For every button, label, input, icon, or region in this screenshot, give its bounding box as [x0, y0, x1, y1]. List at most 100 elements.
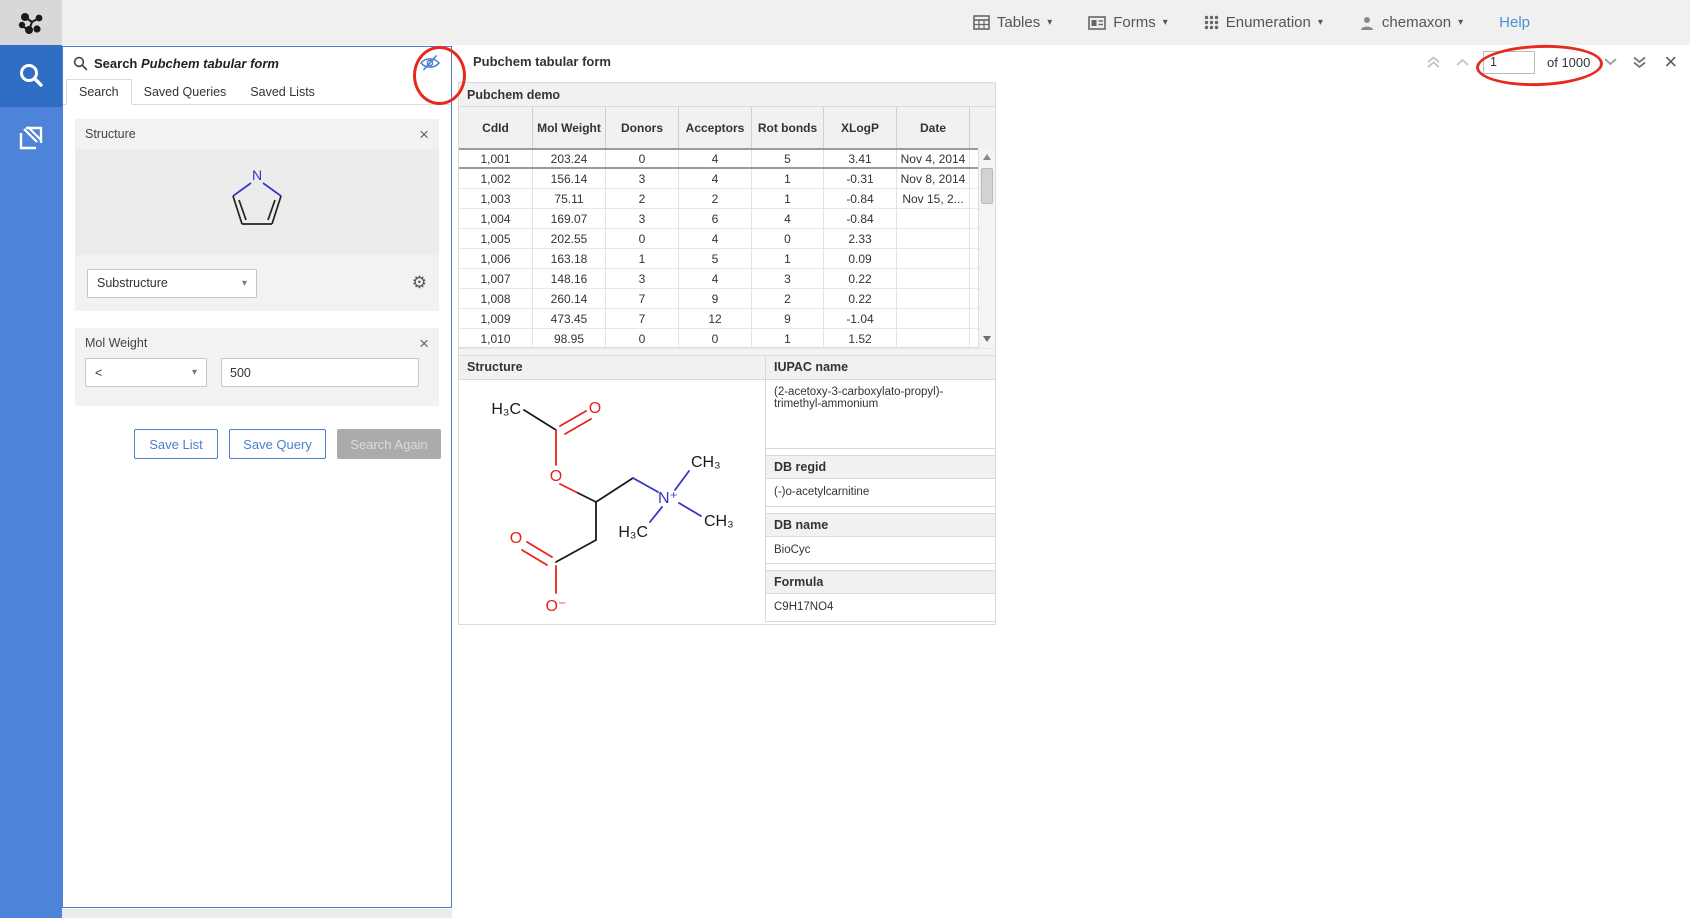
gear-icon[interactable]: ⚙	[412, 273, 427, 293]
table-cell: 7	[606, 309, 679, 328]
table-cell: 1,005	[459, 229, 533, 248]
table-cell: Nov 8, 2014	[897, 169, 970, 188]
table-row[interactable]: 1,009473.457129-1.04	[459, 309, 995, 329]
table-cell	[897, 249, 970, 268]
record-detail: Structure	[459, 356, 995, 622]
menu-user[interactable]: chemaxon ▾	[1359, 14, 1463, 31]
table-cell: 12	[679, 309, 752, 328]
table-cell: 0	[679, 329, 752, 348]
table-cell: 0	[606, 150, 679, 167]
scrollbar-thumb[interactable]	[981, 168, 993, 204]
save-list-button[interactable]: Save List	[134, 429, 218, 459]
table-cell: 0	[606, 329, 679, 348]
table-row[interactable]: 1,004169.07364-0.84	[459, 209, 995, 229]
table-cell: 0.22	[824, 269, 897, 288]
table-cell: 0	[606, 229, 679, 248]
column-header[interactable]: XLogP	[824, 107, 897, 148]
search-type-select[interactable]: Substructure ▾	[87, 269, 257, 298]
help-link[interactable]: Help	[1499, 14, 1530, 31]
table-cell	[897, 229, 970, 248]
next-record-icon[interactable]	[1602, 57, 1619, 67]
query-structure-canvas[interactable]: N	[75, 149, 439, 255]
menu-enumeration[interactable]: Enumeration ▾	[1204, 14, 1323, 31]
column-header[interactable]: CdId	[459, 107, 533, 148]
field-label-db-name: DB name	[766, 513, 995, 537]
chevron-down-icon: ▾	[242, 278, 247, 289]
horizontal-scrollbar[interactable]	[459, 348, 995, 356]
hide-panel-button[interactable]	[419, 54, 441, 77]
table-row[interactable]: 1,008260.147920.22	[459, 289, 995, 309]
scroll-down-icon[interactable]	[983, 336, 991, 342]
table-cell: -1.04	[824, 309, 897, 328]
chemaxon-logo[interactable]	[0, 0, 62, 45]
record-number-input[interactable]	[1483, 51, 1535, 74]
table-cell: 148.16	[533, 269, 606, 288]
field-label-formula: Formula	[766, 570, 995, 594]
sidebar-item-forms[interactable]	[0, 107, 62, 169]
table-cell: 260.14	[533, 289, 606, 308]
chevron-down-icon: ▾	[1318, 17, 1323, 28]
structure-field-label: Structure	[459, 356, 765, 380]
tab-saved-queries[interactable]: Saved Queries	[132, 80, 239, 104]
table-row[interactable]: 1,006163.181510.09	[459, 249, 995, 269]
table-cell: 1,004	[459, 209, 533, 228]
search-panel-buttons: Save List Save Query Search Again	[75, 429, 441, 459]
operator-select[interactable]: < ▾	[85, 358, 207, 387]
table-cell: 1	[752, 169, 824, 188]
structure-widget-footer: Substructure ▾ ⚙	[75, 255, 439, 311]
atom-label-h3c-bottom: H₃C	[618, 524, 648, 541]
table-cell: 163.18	[533, 249, 606, 268]
molweight-value-input[interactable]	[221, 358, 419, 387]
table-cell: 1	[752, 329, 824, 348]
column-header[interactable]: Rot bonds	[752, 107, 824, 148]
search-again-button[interactable]: Search Again	[337, 429, 441, 459]
vertical-scrollbar[interactable]	[978, 148, 995, 348]
chevron-down-icon: ▾	[1047, 17, 1052, 28]
table-cell: 4	[752, 209, 824, 228]
sidebar-item-search[interactable]	[0, 45, 62, 107]
table-cell: 98.95	[533, 329, 606, 348]
top-nav: Tables ▾ Forms ▾ Enumeration ▾	[973, 0, 1530, 45]
column-header[interactable]: Acceptors	[679, 107, 752, 148]
atom-label-ch3-top: CH₃	[691, 454, 721, 471]
form-title: Pubchem tabular form	[473, 45, 611, 79]
save-query-button[interactable]: Save Query	[229, 429, 326, 459]
table-row[interactable]: 1,00375.11221-0.84Nov 15, 2...	[459, 189, 995, 209]
table-cell: 1,002	[459, 169, 533, 188]
column-header[interactable]: Mol Weight	[533, 107, 606, 148]
table-cell: 4	[679, 169, 752, 188]
table-row[interactable]: 1,007148.163430.22	[459, 269, 995, 289]
table-cell	[897, 329, 970, 348]
field-label-db-regid: DB regid	[766, 455, 995, 479]
search-panel-title: Search Pubchem tabular form	[94, 56, 279, 71]
table-cell: 9	[752, 309, 824, 328]
previous-record-icon[interactable]	[1454, 57, 1471, 67]
table-cell: 6	[679, 209, 752, 228]
molweight-row: < ▾	[75, 358, 439, 387]
table-cell: -0.31	[824, 169, 897, 188]
record-structure-canvas[interactable]: H₃C O O N⁺ CH₃ CH₃ H₃C O O⁻	[459, 380, 765, 622]
chevron-down-icon: ▾	[192, 367, 197, 378]
table-row[interactable]: 1,01098.950011.52	[459, 329, 995, 349]
close-icon[interactable]: ×	[419, 335, 429, 352]
close-icon[interactable]: ×	[419, 126, 429, 143]
menu-forms[interactable]: Forms ▾	[1088, 14, 1168, 31]
table-row[interactable]: 1,002156.14341-0.31Nov 8, 2014	[459, 169, 995, 189]
detail-fields: IUPAC name (2-acetoxy-3-carboxylato-prop…	[766, 356, 995, 622]
column-header[interactable]: Date	[897, 107, 970, 148]
column-header[interactable]: Donors	[606, 107, 679, 148]
scroll-up-icon[interactable]	[983, 154, 991, 160]
table-cell: 4	[679, 229, 752, 248]
menu-tables[interactable]: Tables ▾	[973, 14, 1052, 31]
table-row[interactable]: 1,005202.550402.33	[459, 229, 995, 249]
table-row[interactable]: 1,001203.240453.41Nov 4, 2014	[459, 148, 995, 169]
tab-saved-lists[interactable]: Saved Lists	[238, 80, 327, 104]
first-record-icon[interactable]	[1425, 55, 1442, 70]
close-form-button[interactable]: ×	[1664, 51, 1677, 73]
atom-label-o-carbonyl: O	[589, 400, 601, 417]
search-type-value: Substructure	[97, 276, 168, 290]
tab-search[interactable]: Search	[66, 79, 132, 105]
table-cell	[897, 209, 970, 228]
last-record-icon[interactable]	[1631, 55, 1648, 70]
table-cell	[897, 289, 970, 308]
